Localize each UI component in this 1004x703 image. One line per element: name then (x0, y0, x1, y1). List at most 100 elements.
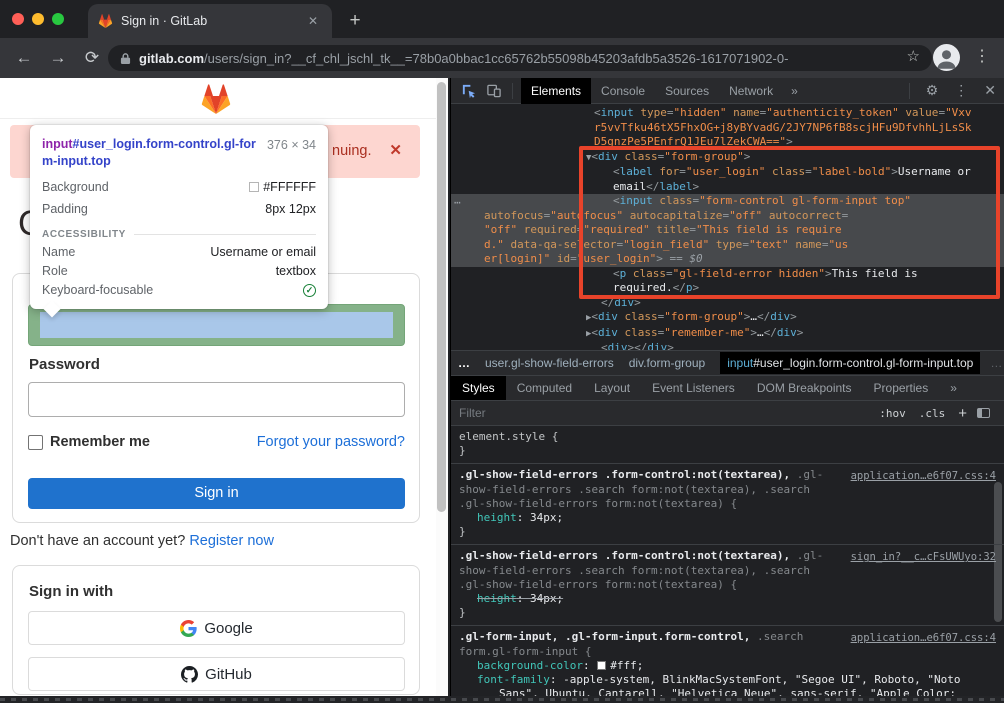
breadcrumb-item[interactable]: … (990, 356, 1002, 370)
devtools-panel: ElementsConsoleSourcesNetwork » ⚙ ⋮ ✕ ⋯ … (450, 78, 1004, 703)
gutter-dots-icon[interactable]: ⋯ (454, 196, 461, 211)
reload-icon[interactable]: ⟳ (80, 46, 104, 70)
panel-tab-dom-breakpoints[interactable]: DOM Breakpoints (746, 376, 863, 401)
dom-tree-line[interactable]: r5vvTfku46tX5FhxOG+j8yBYvadG/2JY7NP6fB8s… (451, 121, 1004, 136)
hov-toggle[interactable]: :hov (879, 407, 906, 420)
stylesheet-source-link[interactable]: application…e6f07.css:4 (851, 469, 996, 483)
breadcrumb-item[interactable]: … (458, 356, 470, 370)
alert-close-icon[interactable]: ✕ (389, 141, 402, 159)
password-field[interactable] (28, 382, 405, 417)
alert-text: nuing. (332, 143, 372, 159)
remember-me-checkbox[interactable] (28, 435, 43, 450)
dom-tree-line[interactable]: required.</p> (451, 281, 1004, 296)
minimize-window-button[interactable] (32, 13, 44, 25)
new-style-rule-button[interactable]: + (958, 405, 967, 422)
gitlab-signin-page: nuing. ✕ G Password Remember me Forgot y… (0, 78, 448, 703)
dom-tree-line[interactable]: d." data-qa-selector="login_field" type=… (451, 238, 1004, 253)
css-property[interactable]: background-color: #fff; (459, 659, 996, 673)
inspect-element-icon[interactable] (461, 83, 476, 98)
panel-tab-properties[interactable]: Properties (863, 376, 940, 401)
styles-rules-pane: element.style {}application…e6f07.css:4.… (451, 426, 1004, 703)
devtools-tab-network[interactable]: Network (719, 78, 783, 104)
more-tabs-icon[interactable]: » (783, 84, 806, 98)
browser-menu-icon[interactable]: ⋮ (974, 46, 990, 66)
devtools-close-icon[interactable]: ✕ (976, 82, 1004, 99)
register-prompt: Don't have an account yet? Register now (10, 533, 274, 549)
header-divider (0, 118, 448, 119)
google-signin-button[interactable]: Google (28, 611, 405, 645)
dom-tree-line[interactable]: ▶<div class="remember-me">…</div> (451, 326, 1004, 342)
new-tab-button[interactable]: + (342, 8, 368, 34)
forgot-password-link[interactable]: Forgot your password? (257, 434, 405, 450)
person-icon (933, 44, 960, 71)
dom-tree-line[interactable]: D5gnzPe5PEnfrQ1JEu7lZekCWA=="> (451, 135, 1004, 150)
scrollbar-thumb[interactable] (437, 82, 446, 512)
dom-tree-line[interactable]: ▼<div class="form-group"> (451, 150, 1004, 166)
forward-icon[interactable]: → (46, 46, 70, 70)
url-text: gitlab.com/users/sign_in?__cf_chl_jschl_… (139, 51, 788, 66)
github-signin-button[interactable]: GitHub (28, 657, 405, 691)
cls-toggle[interactable]: .cls (919, 407, 946, 420)
elements-tree: ⋯ <input type="hidden" name="authenticit… (451, 104, 1004, 350)
macos-traffic-lights[interactable] (12, 13, 64, 25)
github-button-label: GitHub (205, 666, 252, 683)
dom-tree-line[interactable]: <p class="gl-field-error hidden">This fi… (451, 267, 1004, 282)
dom-tree-line[interactable]: <input type="hidden" name="authenticity_… (451, 106, 1004, 121)
stylesheet-source-link[interactable]: sign_in?__c…cFsUWUyo:32 (851, 550, 996, 564)
stylesheet-source-link[interactable]: application…e6f07.css:4 (851, 631, 996, 645)
sidebar-toggle-icon[interactable] (977, 408, 990, 418)
dom-tree-line[interactable]: "off" required="required" title="This fi… (451, 223, 1004, 238)
panel-tab-layout[interactable]: Layout (583, 376, 641, 401)
filter-input[interactable]: Filter (459, 406, 879, 420)
devtools-menu-icon[interactable]: ⋮ (946, 82, 976, 99)
dom-tree-line[interactable]: ▶<div class="form-group">…</div> (451, 310, 1004, 326)
dom-tree-line[interactable]: <div></div> (451, 341, 1004, 350)
profile-avatar[interactable] (933, 44, 960, 71)
css-property[interactable]: height: 34px; (459, 592, 996, 606)
lock-icon[interactable] (120, 52, 131, 65)
dom-tree-line[interactable]: <input class="form-control gl-form-input… (451, 194, 1004, 209)
panel-tab-event-listeners[interactable]: Event Listeners (641, 376, 746, 401)
breadcrumb-item[interactable]: user.gl-show-field-errors (485, 356, 614, 370)
dom-tree-line[interactable]: <label for="user_login" class="label-bol… (451, 165, 1004, 180)
style-rule: application…e6f07.css:4.gl-show-field-er… (451, 464, 1004, 545)
devtools-tab-elements[interactable]: Elements (521, 78, 591, 104)
toolbar-separator (512, 83, 513, 99)
sign-in-button[interactable]: Sign in (28, 478, 405, 509)
toolbar-separator-right (909, 83, 910, 99)
social-signin-title: Sign in with (29, 583, 113, 600)
tooltip-background-row: Background #FFFFFF (30, 176, 328, 198)
register-now-link[interactable]: Register now (189, 533, 274, 549)
back-icon[interactable]: ← (12, 46, 36, 70)
remember-row: Remember me Forgot your password? (28, 434, 405, 454)
devtools-tab-console[interactable]: Console (591, 78, 655, 104)
social-signin-card: Sign in with Google GitHub (12, 565, 420, 695)
inspector-content-highlight (40, 312, 393, 338)
color-swatch[interactable] (597, 661, 606, 670)
close-window-button[interactable] (12, 13, 24, 25)
styles-panel-tabs: StylesComputedLayoutEvent ListenersDOM B… (451, 375, 1004, 400)
dom-tree-line[interactable]: email</label> (451, 180, 1004, 195)
username-input-highlighted[interactable] (28, 304, 405, 346)
bookmark-star-icon[interactable]: ☆ (907, 47, 920, 65)
panel-tab-styles[interactable]: Styles (451, 376, 506, 401)
browser-tab[interactable]: Sign in · GitLab ✕ (88, 4, 332, 38)
page-scrollbar[interactable] (436, 78, 448, 703)
panel-more-tabs-icon[interactable]: » (939, 376, 968, 401)
tab-close-icon[interactable]: ✕ (304, 12, 322, 30)
dom-tree-line[interactable]: </div> (451, 296, 1004, 311)
maximize-window-button[interactable] (52, 13, 64, 25)
breadcrumb-item[interactable]: div.form-group (629, 356, 705, 370)
green-check-icon: ✓ (303, 284, 316, 297)
bottom-status-strip (0, 696, 1004, 703)
panel-tab-computed[interactable]: Computed (506, 376, 583, 401)
address-bar[interactable]: gitlab.com/users/sign_in?__cf_chl_jschl_… (108, 45, 932, 71)
settings-gear-icon[interactable]: ⚙ (918, 82, 947, 99)
dom-tree-line[interactable]: er[login]" id="user_login"> == $0 (451, 252, 1004, 267)
device-toolbar-icon[interactable] (486, 83, 502, 98)
tooltip-focusable-row: Keyboard-focusable ✓ (30, 281, 328, 300)
breadcrumb-item[interactable]: input#user_login.form-control.gl-form-in… (720, 352, 980, 374)
dom-tree-line[interactable]: autofocus="autofocus" autocapitalize="of… (451, 209, 1004, 224)
css-property[interactable]: height: 34px; (459, 511, 996, 525)
devtools-tab-sources[interactable]: Sources (655, 78, 719, 104)
